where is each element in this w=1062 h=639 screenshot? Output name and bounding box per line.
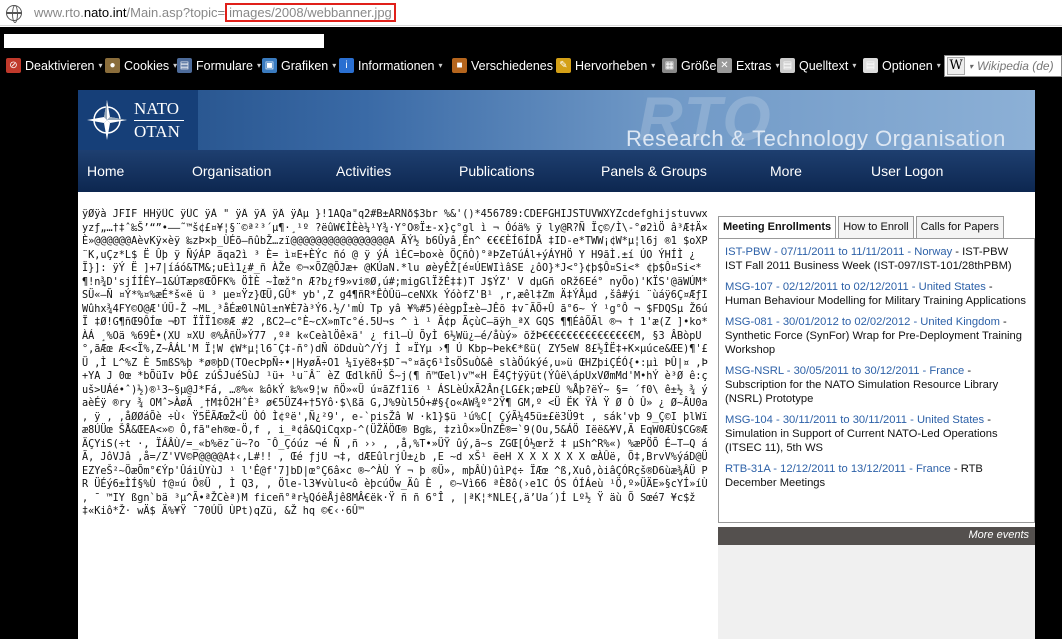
- toolbar-item-extras[interactable]: ✕ Extras ▾: [717, 58, 779, 73]
- compass-star-icon: [84, 97, 130, 143]
- chevron-down-icon: ▾: [936, 61, 941, 70]
- event-item: RTB-31A - 12/12/2011 to 13/12/2011 - Fra…: [725, 462, 1028, 490]
- more-events-link[interactable]: More events: [718, 527, 1035, 545]
- toolbar-item-label: Grafiken: [281, 58, 329, 73]
- tab-calls-for-papers[interactable]: Calls for Papers: [915, 216, 1004, 238]
- banner-title: Research & Technology Organisation: [626, 126, 1006, 151]
- toolbar-item-hervorheben[interactable]: ✎ Hervorheben ▾: [556, 58, 655, 73]
- toolbar-item-formulare[interactable]: ▤ Formulare ▾: [177, 58, 261, 73]
- chevron-down-icon: ▾: [651, 61, 656, 70]
- bookmarks-bar: [0, 27, 1062, 54]
- main-nav: Home Organisation Activities Publication…: [78, 150, 1035, 192]
- nav-user-logon[interactable]: User Logon: [871, 163, 943, 179]
- chevron-down-icon: ▾: [852, 61, 857, 70]
- chevron-down-icon[interactable]: ▾: [969, 62, 973, 71]
- event-item: MSG-081 - 30/01/2012 to 02/02/2012 - Uni…: [725, 315, 1028, 357]
- web-developer-toolbar: ⊘ Deaktivieren ▾ ● Cookies ▾ ▤ Formulare ▾ ▣ Grafi…: [0, 54, 1062, 78]
- toolbar-item-label: Extras: [736, 58, 772, 73]
- cookie-icon: ●: [105, 58, 120, 73]
- chevron-down-icon: ▾: [438, 61, 443, 70]
- nav-publications[interactable]: Publications: [459, 163, 535, 179]
- toolbar-item-grafiken[interactable]: ▣ Grafiken ▾: [262, 58, 336, 73]
- nato-logo[interactable]: NATO OTAN: [78, 90, 198, 150]
- site-banner: NATO OTAN RTO Research & Technology Orga…: [78, 85, 1035, 154]
- toolbar-item-verschiedenes[interactable]: ■Verschiedenes▾: [452, 58, 561, 73]
- search-placeholder: Wikipedia (de): [977, 59, 1054, 73]
- nav-organisation[interactable]: Organisation: [192, 163, 271, 179]
- toolbar-item-label: Informationen: [358, 58, 435, 73]
- info-icon: i: [339, 58, 354, 73]
- nav-more[interactable]: More: [770, 163, 802, 179]
- toolbar-item-deaktivieren[interactable]: ⊘ Deaktivieren ▾: [6, 58, 103, 73]
- url-domain: nato.int: [83, 5, 127, 20]
- url-prefix: www.rto.: [34, 5, 84, 20]
- toolbar-item-cookies[interactable]: ● Cookies ▾: [105, 58, 177, 73]
- event-link[interactable]: MSG-107 - 02/12/2011 to 02/12/2011 - Uni…: [725, 281, 986, 293]
- source-icon: ▤: [780, 58, 795, 73]
- url-path: /Main.asp?topic=: [126, 5, 226, 20]
- sidebar-tabs: Meeting Enrollments How to Enroll Calls …: [718, 216, 1006, 238]
- toolbar-item-optionen[interactable]: ▤ Optionen ▾: [863, 58, 941, 73]
- wikipedia-search[interactable]: W ▾ Wikipedia (de): [944, 55, 1062, 77]
- toolbar-item-informationen[interactable]: i Informationen ▾: [339, 58, 442, 73]
- event-item: IST-PBW - 07/11/2011 to 11/11/2011 - Nor…: [725, 245, 1028, 273]
- nav-panels-groups[interactable]: Panels & Groups: [601, 163, 707, 179]
- options-icon: ▤: [863, 58, 878, 73]
- event-item: MSG-104 - 30/11/2011 to 30/11/2011 - Uni…: [725, 413, 1028, 455]
- events-panel: IST-PBW - 07/11/2011 to 11/11/2011 - Nor…: [718, 238, 1035, 523]
- event-link[interactable]: MSG-104 - 30/11/2011 to 30/11/2011 - Uni…: [725, 414, 984, 426]
- disable-icon: ⊘: [6, 58, 21, 73]
- toolbar-item-label: Größe: [681, 58, 717, 73]
- address-bar[interactable]: www.rto.nato.int/Main.asp?topic= images/2…: [0, 0, 1062, 26]
- events-sidebar: Meeting Enrollments How to Enroll Calls …: [718, 216, 1035, 639]
- logo-text-nato: NATO: [134, 98, 180, 118]
- nav-home[interactable]: Home: [87, 163, 124, 179]
- tab-meeting-enrollments[interactable]: Meeting Enrollments: [718, 216, 837, 238]
- event-link[interactable]: MSG-081 - 30/01/2012 to 02/02/2012 - Uni…: [725, 316, 1000, 328]
- url-text[interactable]: www.rto.nato.int/Main.asp?topic= images/2…: [34, 3, 396, 22]
- logo-text-otan: OTAN: [134, 121, 180, 141]
- rto-site: NATO OTAN RTO Research & Technology Orga…: [78, 85, 1035, 639]
- form-icon: ▤: [177, 58, 192, 73]
- redacted-box: [4, 34, 324, 48]
- resize-icon: ▦: [662, 58, 677, 73]
- toolbar-item-label: Hervorheben: [575, 58, 648, 73]
- nav-activities[interactable]: Activities: [336, 163, 391, 179]
- highlight-icon: ✎: [556, 58, 571, 73]
- chevron-down-icon: ▾: [332, 61, 337, 70]
- toolbar-item-label: Deaktivieren: [25, 58, 95, 73]
- page-area: NATO OTAN RTO Research & Technology Orga…: [0, 78, 1062, 639]
- image-icon: ▣: [262, 58, 277, 73]
- toolbar-item-label: Formulare: [196, 58, 253, 73]
- globe-icon: [6, 5, 22, 23]
- chevron-down-icon: ▾: [256, 61, 261, 70]
- url-highlight: images/2008/webbanner.jpg: [225, 3, 396, 22]
- toolbar-item-quelltext[interactable]: ▤ Quelltext ▾: [780, 58, 856, 73]
- toolbar-item-größe[interactable]: ▦Größe▾: [662, 58, 724, 73]
- toolbar-item-label: Verschiedenes: [471, 58, 554, 73]
- misc-icon: ■: [452, 58, 467, 73]
- raw-image-bytes-text: ÿØÿà JFIF HHÿÛC ÿÛC ÿÀ " ÿÄ ÿÄ ÿÄ ÿÄµ }!…: [82, 209, 708, 517]
- toolbar-item-label: Optionen: [882, 58, 933, 73]
- tab-how-to-enroll[interactable]: How to Enroll: [838, 216, 914, 238]
- event-link[interactable]: RTB-31A - 12/12/2011 to 13/12/2011 - Fra…: [725, 463, 951, 475]
- tools-icon: ✕: [717, 58, 732, 73]
- chevron-down-icon: ▾: [775, 61, 780, 70]
- event-item: MSG-107 - 02/12/2011 to 02/12/2011 - Uni…: [725, 280, 1028, 308]
- wikipedia-icon: W: [947, 57, 965, 75]
- event-item: MSG-NSRL - 30/05/2011 to 30/12/2011 - Fr…: [725, 364, 1028, 406]
- toolbar-item-label: Quelltext: [799, 58, 849, 73]
- chevron-down-icon: ▾: [98, 61, 103, 70]
- sidebar-footer: [718, 545, 1035, 639]
- event-link[interactable]: MSG-NSRL - 30/05/2011 to 30/12/2011 - Fr…: [725, 365, 964, 377]
- event-link[interactable]: IST-PBW - 07/11/2011 to 11/11/2011 - Nor…: [725, 246, 952, 258]
- toolbar-item-label: Cookies: [124, 58, 170, 73]
